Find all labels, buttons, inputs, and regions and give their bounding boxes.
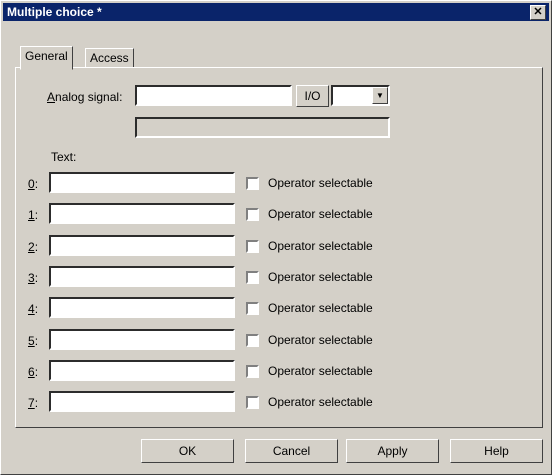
option-text-input[interactable] [49,203,235,224]
operator-selectable-checkbox[interactable] [246,240,259,253]
tab-general-label: General [25,49,68,63]
option-text-input[interactable] [49,266,235,287]
option-text-input[interactable] [49,172,235,193]
apply-button[interactable]: Apply [346,439,439,463]
ok-button[interactable]: OK [141,439,234,463]
close-icon[interactable]: ✕ [530,5,546,20]
text-header: Text: [51,150,77,164]
operator-selectable-label: Operator selectable [268,239,373,253]
operator-selectable-checkbox[interactable] [246,271,259,284]
option-index-label: 7: [28,396,39,410]
operator-selectable-label: Operator selectable [268,270,373,284]
operator-selectable-label: Operator selectable [268,333,373,347]
operator-selectable-label: Operator selectable [268,364,373,378]
title-bar[interactable]: Multiple choice * ✕ [3,3,549,21]
option-index-label: 2: [28,240,39,254]
option-text-input[interactable] [49,329,235,350]
analog-signal-label: Analog signal: [47,90,123,104]
operator-selectable-checkbox[interactable] [246,208,259,221]
option-text-input[interactable] [49,235,235,256]
analog-secondary-field [135,117,390,138]
dialog-window: Multiple choice * ✕ General Access Analo… [0,0,552,475]
option-index-label: 4: [28,302,39,316]
io-button[interactable]: I/O [296,85,329,107]
operator-selectable-checkbox[interactable] [246,334,259,347]
operator-selectable-label: Operator selectable [268,207,373,221]
chevron-down-icon[interactable]: ▼ [372,87,388,104]
option-text-input[interactable] [49,360,235,381]
option-index-label: 0: [28,177,39,191]
option-text-input[interactable] [49,297,235,318]
option-index-label: 3: [28,271,39,285]
operator-selectable-label: Operator selectable [268,301,373,315]
option-text-input[interactable] [49,391,235,412]
option-index-label: 6: [28,365,39,379]
operator-selectable-checkbox[interactable] [246,177,259,190]
tab-access-label: Access [90,51,129,65]
operator-selectable-checkbox[interactable] [246,365,259,378]
analog-dropdown[interactable]: ▼ [331,85,390,106]
tab-access[interactable]: Access [85,48,134,69]
operator-selectable-label: Operator selectable [268,395,373,409]
option-index-label: 5: [28,334,39,348]
analog-signal-input[interactable] [135,85,292,106]
help-button[interactable]: Help [450,439,543,463]
operator-selectable-label: Operator selectable [268,176,373,190]
operator-selectable-checkbox[interactable] [246,302,259,315]
option-index-label: 1: [28,208,39,222]
operator-selectable-checkbox[interactable] [246,396,259,409]
cancel-button[interactable]: Cancel [245,439,338,463]
tab-general[interactable]: General [20,46,73,70]
window-title: Multiple choice * [7,5,102,19]
